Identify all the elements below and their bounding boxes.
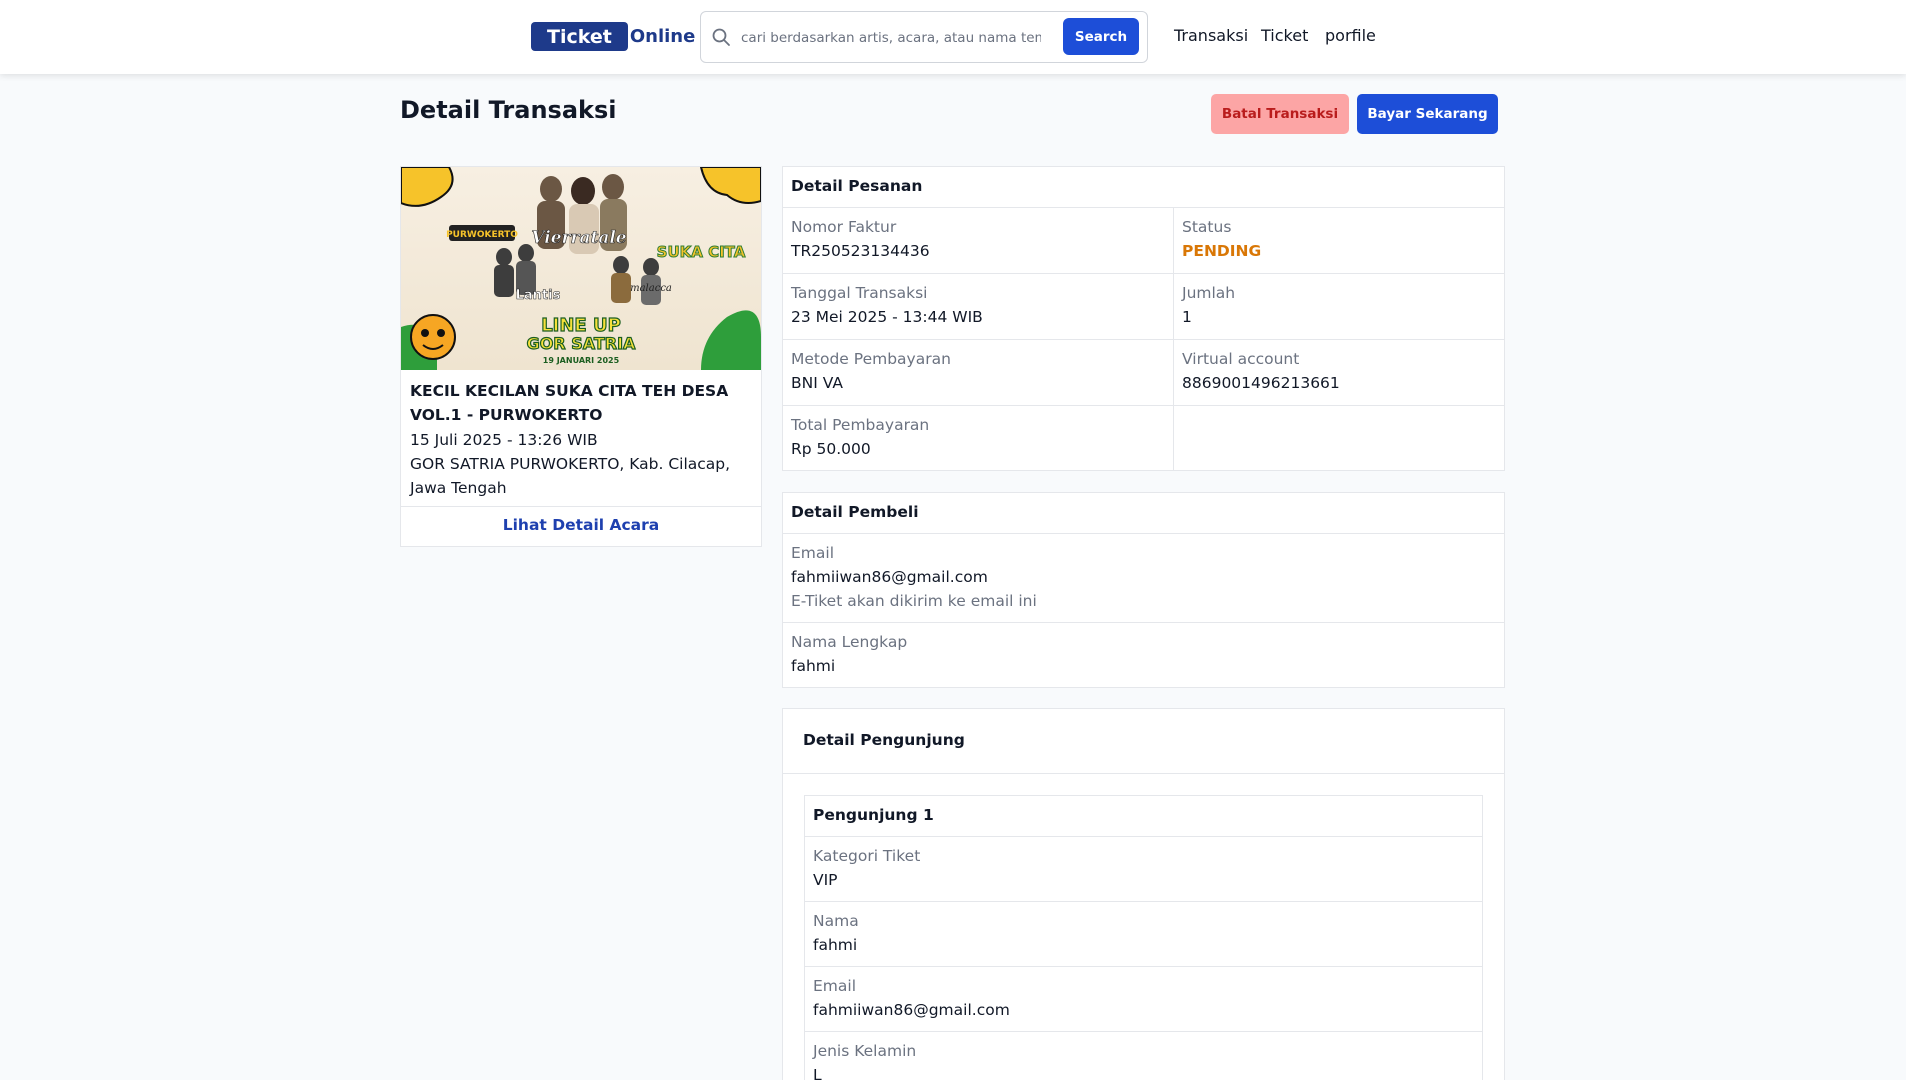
transaction-date-value: 23 Mei 2025 - 13:44 WIB: [791, 308, 983, 326]
buyer-detail-panel: Detail Pembeli Email fahmiiwan86@gmail.c…: [782, 492, 1505, 688]
divider: [805, 966, 1482, 967]
visitor-name-value: fahmi: [813, 936, 858, 954]
pay-now-button[interactable]: Bayar Sekarang: [1357, 94, 1498, 134]
divider: [783, 273, 1504, 274]
logo-text: Online: [629, 26, 696, 47]
event-name: KECIL KECILAN SUKA CITA TEH DESA VOL.1 -…: [410, 382, 729, 424]
event-card: PURWOKERTO Vierratale SUKA CITA Lantis m…: [400, 166, 762, 547]
transaction-date-label: Tanggal Transaksi: [791, 284, 928, 302]
quantity-value: 1: [1182, 308, 1192, 326]
divider: [783, 339, 1504, 340]
virtual-account-label: Virtual account: [1182, 350, 1300, 368]
banner-text-date: 19 JANUARI 2025: [543, 356, 620, 365]
divider: [805, 901, 1482, 902]
view-event-detail-link[interactable]: Lihat Detail Acara: [401, 516, 761, 534]
top-navbar: Ticket Online Search Transaksi Ticket po…: [0, 0, 1906, 74]
page-title: Detail Transaksi: [400, 96, 617, 124]
total-payment-label: Total Pembayaran: [791, 416, 930, 434]
visitor-card-title: Pengunjung 1: [813, 806, 934, 824]
payment-method-label: Metode Pembayaran: [791, 350, 951, 368]
banner-text-artist-3: malacca: [630, 283, 672, 294]
banner-text-brand: SUKA CITA: [657, 243, 746, 261]
payment-method-value: BNI VA: [791, 374, 843, 392]
virtual-account-value: 8869001496213661: [1182, 374, 1340, 392]
cancel-transaction-button[interactable]: Batal Transaksi: [1211, 94, 1349, 134]
buyer-name-value: fahmi: [791, 657, 836, 675]
ticket-category-value: VIP: [813, 871, 838, 889]
search-icon: [712, 28, 730, 46]
ticket-category-label: Kategori Tiket: [813, 847, 921, 865]
search-button[interactable]: Search: [1063, 18, 1139, 55]
status-badge: PENDING: [1182, 242, 1262, 260]
order-detail-panel: Detail Pesanan Nomor Faktur TR2505231344…: [782, 166, 1505, 471]
logo[interactable]: Ticket Online: [531, 22, 695, 51]
event-banner-image: PURWOKERTO Vierratale SUKA CITA Lantis m…: [401, 167, 761, 370]
divider: [783, 207, 1504, 208]
search-input[interactable]: [741, 25, 1041, 51]
visitor-email-value: fahmiiwan86@gmail.com: [813, 1001, 1010, 1019]
status-label: Status: [1182, 218, 1232, 236]
total-payment-value: Rp 50.000: [791, 440, 871, 458]
buyer-email-note: E-Tiket akan dikirim ke email ini: [791, 592, 1037, 610]
banner-text-lineup: LINE UP: [541, 315, 621, 336]
banner-text-artist-1: Vierratale: [531, 228, 626, 248]
divider: [805, 1031, 1482, 1032]
buyer-detail-title: Detail Pembeli: [791, 503, 919, 521]
buyer-email-label: Email: [791, 544, 835, 562]
divider: [805, 836, 1482, 837]
search-bar: Search: [700, 11, 1148, 63]
quantity-label: Jumlah: [1182, 284, 1236, 302]
buyer-name-label: Nama Lengkap: [791, 633, 908, 651]
nav-profile[interactable]: porfile: [1325, 26, 1376, 45]
divider: [783, 773, 1504, 774]
banner-text-city: PURWOKERTO: [446, 230, 518, 240]
order-detail-title: Detail Pesanan: [791, 177, 923, 195]
invoice-value: TR250523134436: [791, 242, 930, 260]
visitor-email-label: Email: [813, 977, 857, 995]
visitor-gender-value: L: [813, 1066, 822, 1080]
buyer-email-value: fahmiiwan86@gmail.com: [791, 568, 988, 586]
banner-text-artist-2: Lantis: [516, 288, 561, 303]
divider: [783, 533, 1504, 534]
visitor-gender-label: Jenis Kelamin: [813, 1042, 917, 1060]
nav-ticket[interactable]: Ticket: [1261, 26, 1308, 45]
event-date: 15 Juli 2025 - 13:26 WIB: [410, 431, 598, 449]
logo-box: Ticket: [531, 22, 628, 51]
visitor-detail-panel: Detail Pengunjung Pengunjung 1 Kategori …: [782, 708, 1505, 1080]
invoice-label: Nomor Faktur: [791, 218, 897, 236]
visitor-card: Pengunjung 1 Kategori Tiket VIP Nama fah…: [804, 795, 1483, 1080]
nav-transaksi[interactable]: Transaksi: [1174, 26, 1248, 45]
divider: [1173, 207, 1174, 470]
visitor-name-label: Nama: [813, 912, 859, 930]
visitor-detail-title: Detail Pengunjung: [803, 731, 965, 749]
banner-text-venue: GOR SATRIA: [527, 334, 636, 353]
divider: [783, 622, 1504, 623]
divider: [783, 405, 1504, 406]
event-venue: GOR SATRIA PURWOKERTO, Kab. Cilacap, Jaw…: [410, 455, 731, 497]
divider: [401, 506, 761, 507]
